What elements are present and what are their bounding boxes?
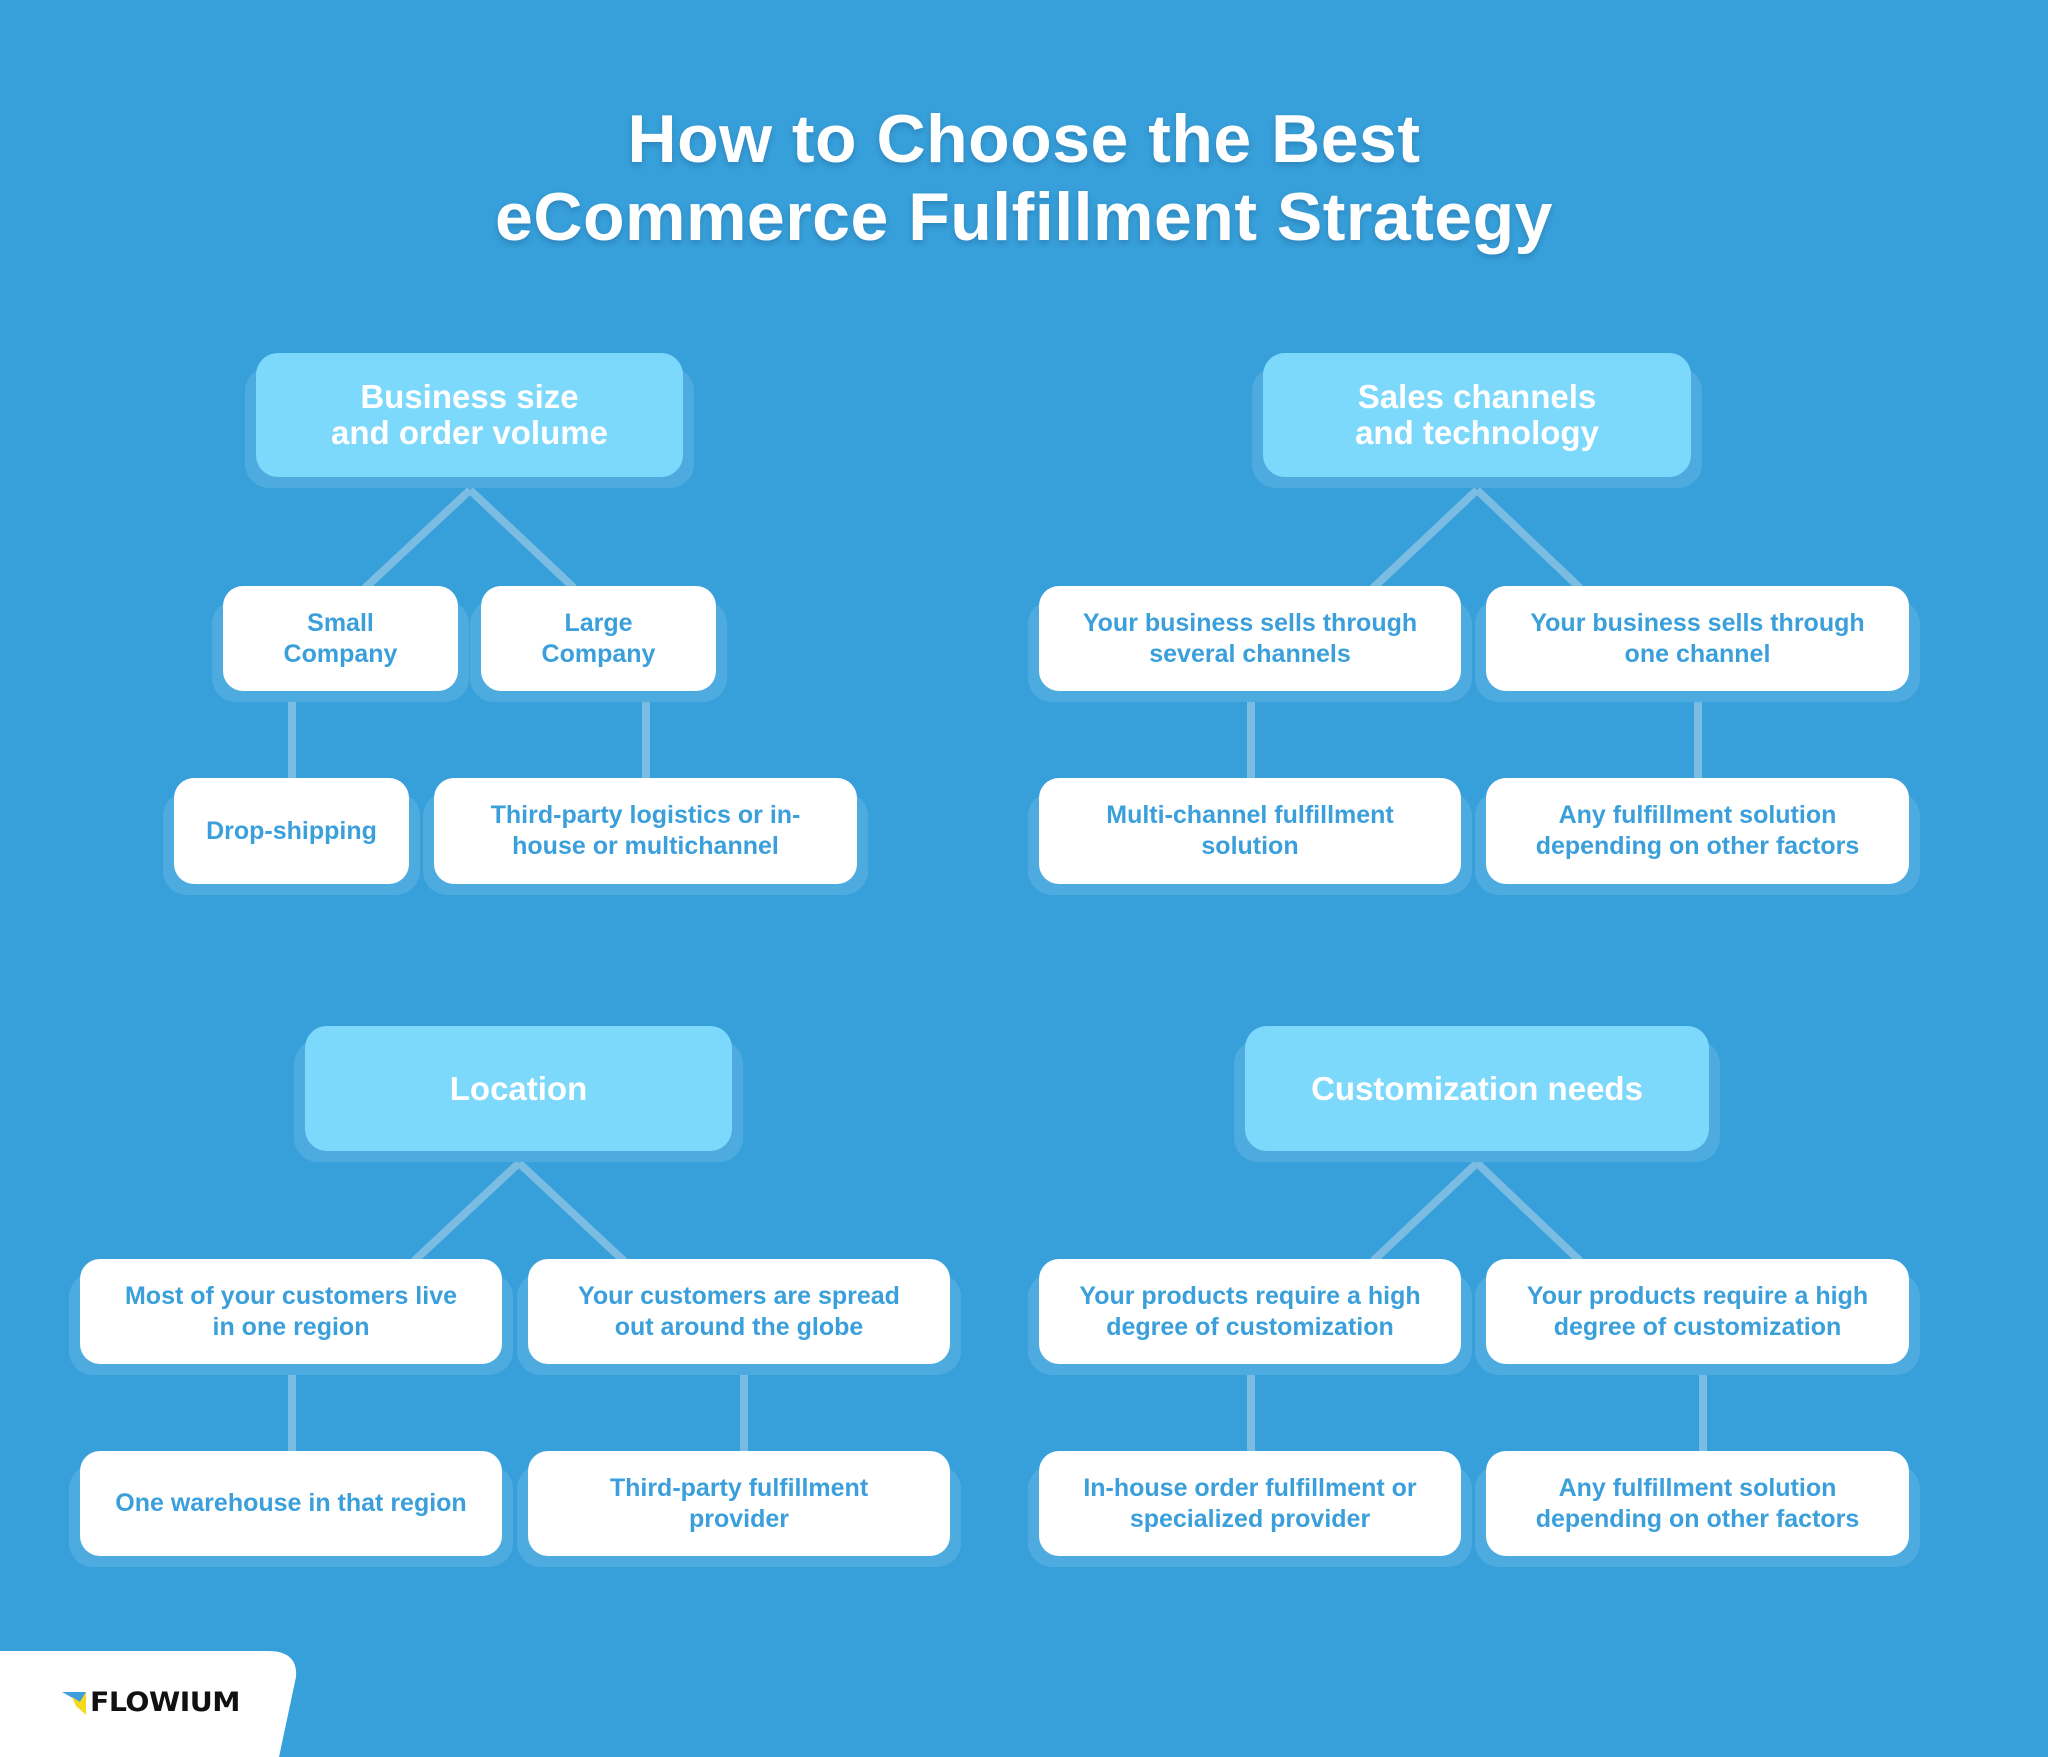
condition-label: Your business sells through one channel bbox=[1530, 608, 1865, 668]
flowium-triangle-logo-icon bbox=[62, 1690, 88, 1716]
result-box: Any fulfillment solution depending on ot… bbox=[1475, 1451, 1920, 1567]
condition-label: Your customers are spread out around the… bbox=[578, 1281, 900, 1341]
condition-label: Your business sells through several chan… bbox=[1082, 608, 1418, 668]
result-label: Third-party logistics or in- house or mu… bbox=[490, 801, 801, 860]
result-box: Third-party fulfillment provider bbox=[517, 1451, 961, 1567]
result-label: Any fulfillment solution depending on ot… bbox=[1535, 801, 1860, 860]
condition-label: Most of your customers live in one regio… bbox=[124, 1281, 458, 1341]
category-header: Business size and order volume bbox=[245, 353, 694, 488]
condition-box: Small Company bbox=[212, 586, 469, 702]
result-label: Third-party fulfillment provider bbox=[609, 1473, 869, 1533]
category-label: Business size and order volume bbox=[331, 378, 608, 451]
result-box: Any fulfillment solution depending on ot… bbox=[1475, 778, 1920, 895]
result-label: One warehouse in that region bbox=[115, 1489, 467, 1517]
condition-box: Your business sells through several chan… bbox=[1028, 586, 1472, 702]
result-box: Third-party logistics or in- house or mu… bbox=[423, 778, 868, 895]
condition-label: Small Company bbox=[283, 608, 398, 668]
condition-label: Large Company bbox=[541, 608, 656, 668]
condition-box: Your products require a high degree of c… bbox=[1028, 1259, 1472, 1375]
condition-label: Your products require a high degree of c… bbox=[1079, 1281, 1421, 1341]
condition-box: Large Company bbox=[470, 586, 727, 702]
condition-box: Most of your customers live in one regio… bbox=[69, 1259, 513, 1375]
result-box: Drop-shipping bbox=[163, 778, 420, 895]
category-label: Location bbox=[449, 1069, 588, 1107]
result-label: Drop-shipping bbox=[206, 816, 377, 845]
condition-box: Your customers are spread out around the… bbox=[517, 1259, 961, 1375]
condition-box: Your products require a high degree of c… bbox=[1475, 1259, 1920, 1375]
result-box: One warehouse in that region bbox=[69, 1451, 513, 1567]
category-header: Location bbox=[294, 1026, 743, 1162]
brand-logo[interactable]: FLOWIUM bbox=[62, 1689, 240, 1716]
category-header: Customization needs bbox=[1234, 1026, 1720, 1162]
result-label: Any fulfillment solution depending on ot… bbox=[1535, 1473, 1860, 1533]
brand-name: FLOWIUM bbox=[90, 1687, 240, 1718]
result-label: In-house order fulfillment or specialize… bbox=[1083, 1473, 1417, 1533]
result-label: Multi-channel fulfillment solution bbox=[1106, 801, 1394, 860]
result-box: Multi-channel fulfillment solution bbox=[1028, 778, 1472, 895]
category-header: Sales channels and technology bbox=[1252, 353, 1702, 488]
diagram: Business size and order volume Small Com… bbox=[0, 0, 2048, 1757]
condition-box: Your business sells through one channel bbox=[1475, 586, 1920, 702]
result-box: In-house order fulfillment or specialize… bbox=[1028, 1451, 1472, 1567]
category-label: Customization needs bbox=[1311, 1069, 1643, 1107]
condition-label: Your products require a high degree of c… bbox=[1526, 1281, 1869, 1341]
category-label: Sales channels and technology bbox=[1355, 378, 1599, 451]
